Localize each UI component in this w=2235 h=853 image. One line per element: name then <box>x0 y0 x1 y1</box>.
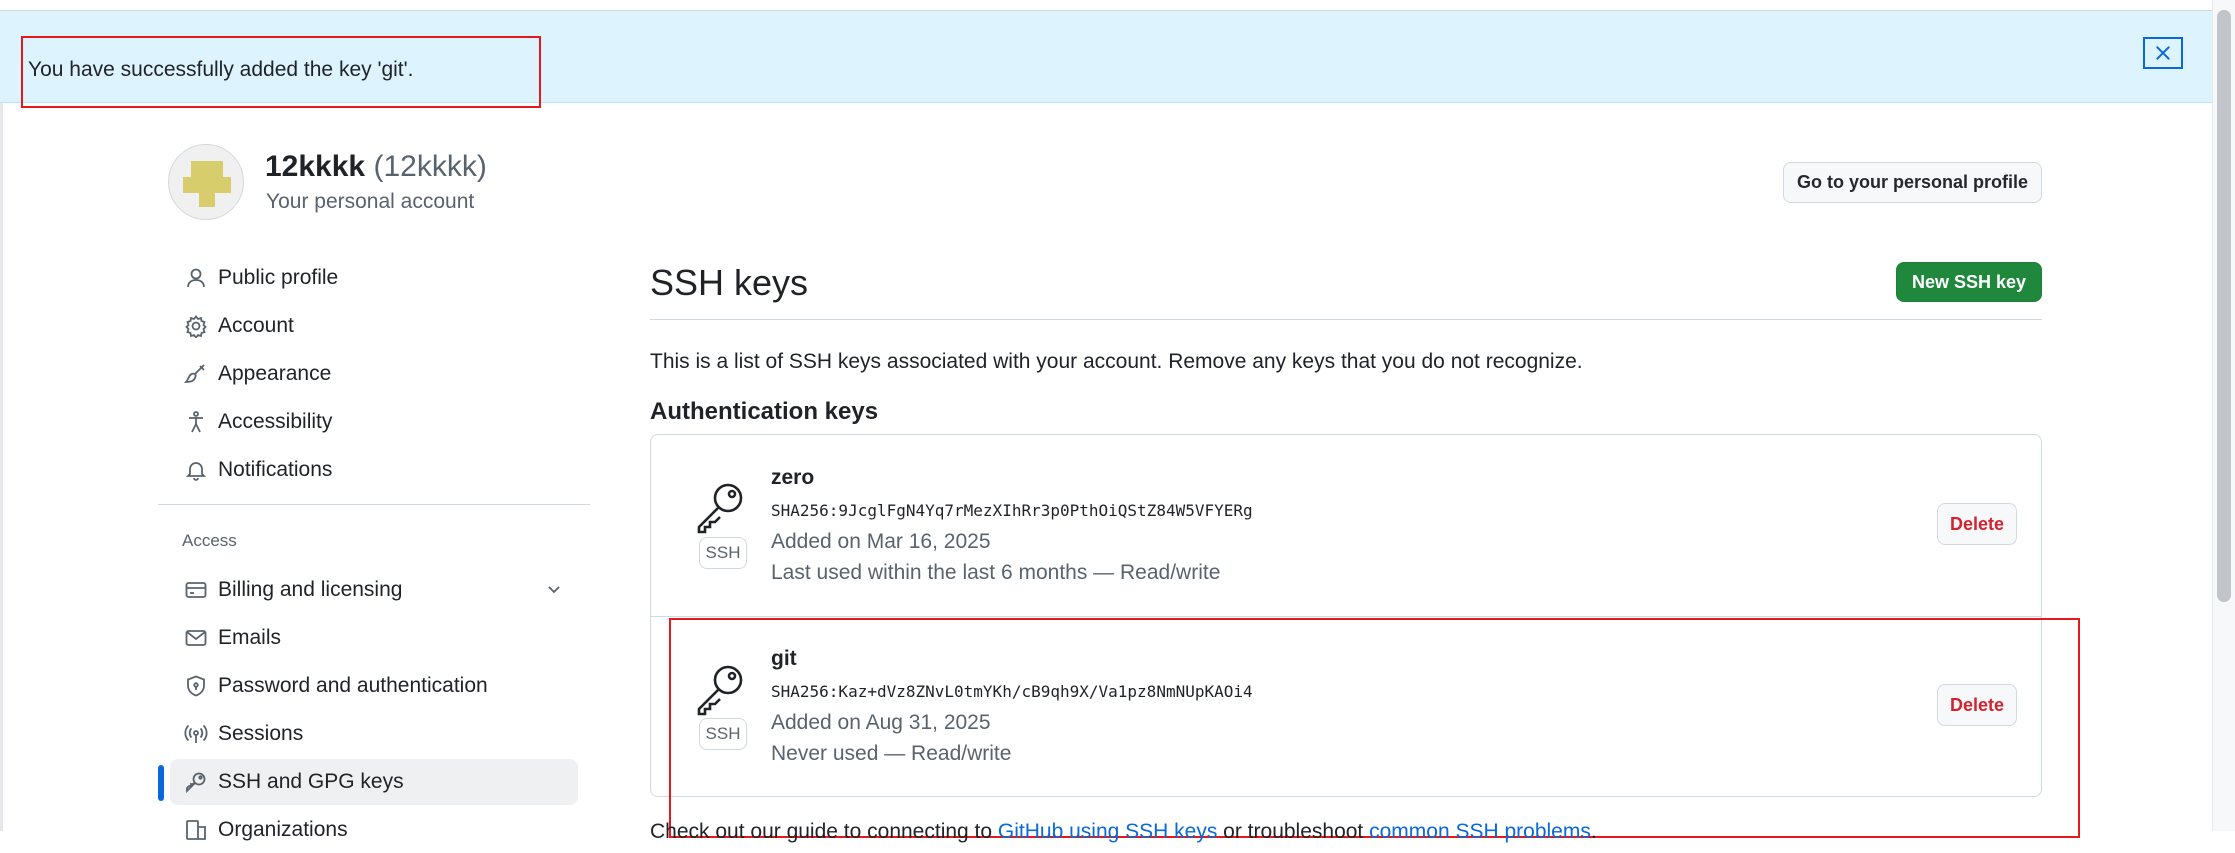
sidebar-item-label: Password and authentication <box>218 674 488 697</box>
profile-name: 12kkkk (12kkkk) <box>265 150 487 184</box>
sidebar-item-label: SSH and GPG keys <box>218 770 404 793</box>
close-icon <box>2156 46 2170 60</box>
sidebar-item-sessions[interactable]: Sessions <box>170 711 578 757</box>
annotation-highlight-flash <box>21 36 541 108</box>
profile-display-name: 12kkkk <box>265 150 366 183</box>
avatar[interactable] <box>168 144 244 220</box>
scrollbar-thumb[interactable] <box>2217 10 2231 602</box>
chevron-down-icon[interactable] <box>544 579 564 604</box>
sidebar-item-ssh-gpg-keys[interactable]: SSH and GPG keys <box>170 759 578 805</box>
mail-icon <box>182 624 210 652</box>
key-icon <box>182 768 210 796</box>
sidebar-item-label: Organizations <box>218 818 348 841</box>
sidebar-item-public-profile[interactable]: Public profile <box>170 255 578 301</box>
person-icon <box>182 264 210 292</box>
page-description: This is a list of SSH keys associated wi… <box>650 350 1583 373</box>
identicon-image <box>169 145 243 219</box>
sidebar-item-organizations[interactable]: Organizations <box>170 807 578 853</box>
broadcast-icon <box>182 720 210 748</box>
title-divider <box>650 319 2042 320</box>
key-added-date: Added on Mar 16, 2025 <box>771 530 991 553</box>
organization-icon <box>182 816 210 844</box>
ssh-badge: SSH <box>699 537 747 569</box>
accessibility-icon <box>182 408 210 436</box>
scrollbar[interactable] <box>2212 0 2235 831</box>
bell-icon <box>182 456 210 484</box>
sidebar-item-label: Accessibility <box>218 410 333 433</box>
shield-lock-icon <box>182 672 210 700</box>
new-ssh-key-button[interactable]: New SSH key <box>1896 262 2042 302</box>
paintbrush-icon <box>182 360 210 388</box>
key-last-used: Last used within the last 6 months — Rea… <box>771 561 1221 584</box>
ssh-guide-link[interactable]: GitHub using SSH keys <box>998 820 1217 843</box>
key-icon <box>697 483 743 534</box>
left-edge <box>0 103 3 831</box>
sidebar-item-account[interactable]: Account <box>170 303 578 349</box>
profile-subtitle: Your personal account <box>266 190 475 213</box>
go-to-profile-button[interactable]: Go to your personal profile <box>1783 162 2042 203</box>
sidebar-item-label: Account <box>218 314 294 337</box>
annotation-highlight-git-key <box>669 618 2080 838</box>
credit-card-icon <box>182 576 210 604</box>
sidebar-item-emails[interactable]: Emails <box>170 615 578 661</box>
key-fingerprint: SHA256:9JcglFgN4Yq7rMezXIhRr3p0PthOiQStZ… <box>771 501 1253 520</box>
ssh-troubleshoot-link[interactable]: common SSH problems <box>1369 820 1591 843</box>
sidebar-item-password[interactable]: Password and authentication <box>170 663 578 709</box>
sidebar-divider <box>158 504 590 505</box>
key-title: zero <box>771 466 815 489</box>
sidebar-active-indicator <box>158 765 164 801</box>
key-row-divider <box>651 616 2041 617</box>
sidebar-item-label: Emails <box>218 626 282 649</box>
footer-prefix: Check out our guide to connecting to <box>650 820 998 843</box>
sidebar-item-label: Sessions <box>218 722 304 745</box>
sidebar-item-notifications[interactable]: Notifications <box>170 447 578 493</box>
sidebar-item-label: Billing and licensing <box>218 578 403 601</box>
top-bar <box>0 0 2212 11</box>
sidebar-item-billing[interactable]: Billing and licensing <box>170 567 578 613</box>
flash-close-button[interactable] <box>2143 37 2183 69</box>
sidebar-item-appearance[interactable]: Appearance <box>170 351 578 397</box>
footer-help-text: Check out our guide to connecting to Git… <box>650 820 1597 844</box>
profile-login: (12kkkk) <box>373 150 487 183</box>
sidebar-heading-access: Access <box>182 531 237 550</box>
sidebar-item-label: Notifications <box>218 458 333 481</box>
page-title: SSH keys <box>650 262 809 303</box>
sidebar-item-accessibility[interactable]: Accessibility <box>170 399 578 445</box>
gear-icon <box>182 312 210 340</box>
sidebar-item-label: Appearance <box>218 362 332 385</box>
section-heading-auth-keys: Authentication keys <box>650 398 879 425</box>
footer-suffix: . <box>1590 820 1597 843</box>
sidebar-item-label: Public profile <box>218 266 339 289</box>
delete-key-button[interactable]: Delete <box>1937 503 2017 545</box>
footer-middle: or troubleshoot <box>1217 820 1370 843</box>
